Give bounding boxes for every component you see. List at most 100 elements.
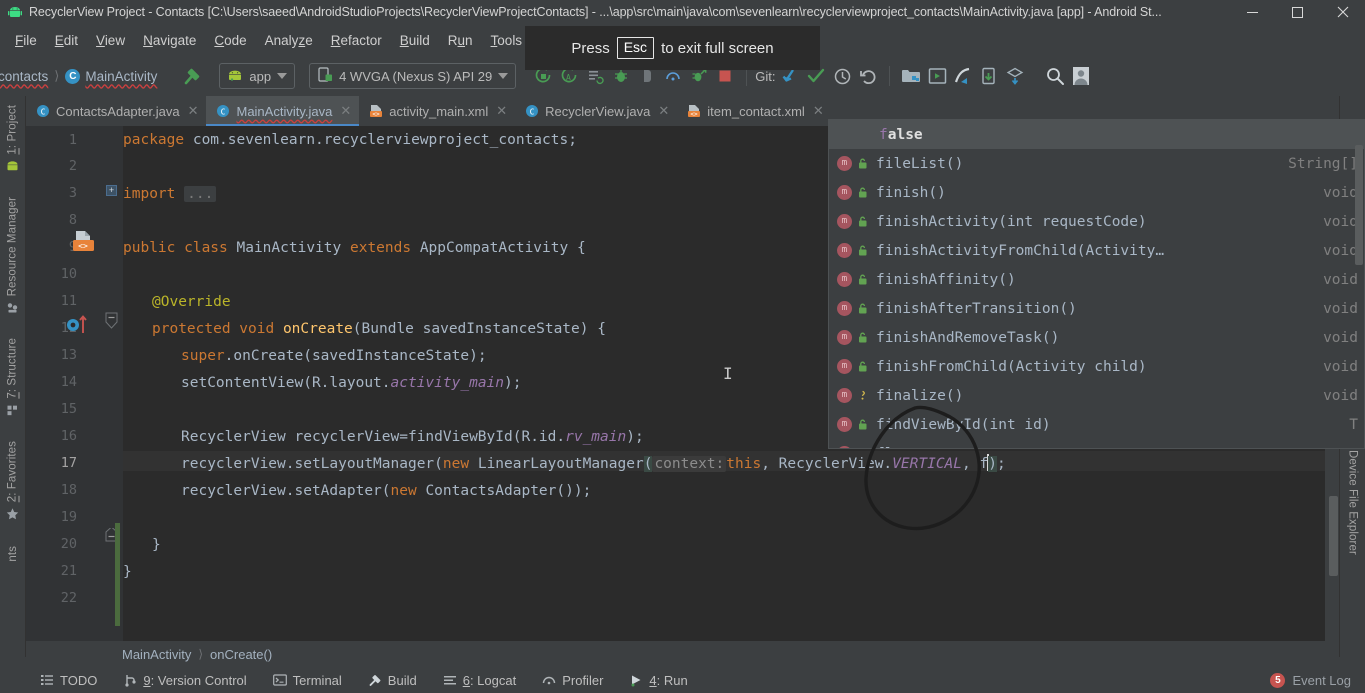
fullscreen-hint-suffix: to exit full screen [661, 39, 774, 57]
tab-mainactivity-java[interactable]: C MainActivity.java ✕ [206, 96, 360, 126]
public-icon [856, 331, 869, 344]
revert-icon[interactable] [855, 63, 881, 89]
run-class-gutter-icon[interactable]: <> [72, 230, 100, 258]
layout-inspector-icon[interactable] [950, 63, 976, 89]
sidebar-item-resource-manager[interactable]: Resource Manager [6, 190, 19, 321]
device-file-explorer-icon[interactable] [976, 63, 1002, 89]
menu-file[interactable]: File [6, 30, 46, 51]
menu-code[interactable]: Code [205, 30, 255, 51]
override-method-gutter-icon[interactable] [66, 313, 92, 338]
autocomplete-item[interactable]: m finishAfterTransition() void [829, 294, 1364, 323]
sidebar-item-device-file-explorer-label: Device File Explorer [1346, 450, 1359, 555]
autocomplete-item-type: void [1323, 387, 1358, 404]
autocomplete-popup[interactable]: f alse m fileList() String[] m finish() v… [828, 119, 1365, 449]
public-icon [856, 418, 869, 431]
autocomplete-scrollbar-thumb[interactable] [1355, 145, 1363, 265]
tab-item-contact-xml[interactable]: <> item_contact.xml ✕ [677, 96, 831, 126]
menu-analyze[interactable]: Analyze [256, 30, 322, 51]
autocomplete-item[interactable]: m finishAffinity() void [829, 265, 1364, 294]
method-icon: m [837, 359, 852, 374]
autocomplete-header[interactable]: f alse [829, 120, 1364, 149]
sidebar-item-favorites[interactable]: 2: Favorites [6, 434, 19, 527]
hammer-icon[interactable] [179, 63, 205, 89]
autocomplete-item[interactable]: m finishFromChild(Activity child) void [829, 352, 1364, 381]
status-item-run[interactable]: 4: Run [629, 673, 688, 688]
close-icon[interactable]: ✕ [340, 103, 351, 119]
close-icon[interactable]: ✕ [496, 103, 507, 119]
status-item-logcat[interactable]: 6: Logcat [443, 673, 516, 688]
code-text: AppCompatActivity { [411, 240, 586, 256]
fold-collapse-icon[interactable] [105, 312, 118, 329]
autocomplete-item[interactable]: m findViewById(int id) T [829, 410, 1364, 439]
breadcrumb-item-mainactivity[interactable]: MainActivity [85, 69, 157, 84]
code-text: .onCreate(savedInstanceState); [224, 348, 487, 364]
menu-view[interactable]: View [87, 30, 134, 51]
status-item-terminal[interactable]: Terminal [272, 673, 342, 688]
sidebar-item-project[interactable]: 1: Project [6, 98, 19, 180]
breadcrumb-item-contacts[interactable]: contacts [0, 69, 48, 84]
close-icon[interactable]: ✕ [188, 103, 199, 119]
run-configuration-selector[interactable]: app [219, 63, 296, 89]
chevron-down-icon [277, 73, 288, 79]
search-icon[interactable] [1042, 63, 1068, 89]
status-item-todo[interactable]: TODO [40, 673, 97, 688]
menu-build[interactable]: Build [391, 30, 439, 51]
history-icon[interactable] [829, 63, 855, 89]
device-selector[interactable]: 4 WVGA (Nexus S) API 29 [309, 63, 517, 89]
svg-text:A: A [566, 73, 571, 82]
minimize-button[interactable] [1230, 0, 1275, 24]
close-icon[interactable]: ✕ [658, 103, 669, 119]
autocomplete-header-rest: alse [887, 126, 923, 143]
status-item-version-control[interactable]: 9: Version Control [123, 673, 247, 688]
hammer-icon [368, 673, 382, 687]
device-label: 4 WVGA (Nexus S) API 29 [339, 68, 493, 84]
breadcrumb-class[interactable]: MainActivity [122, 647, 191, 662]
event-log-button[interactable]: 5 Event Log [1270, 672, 1351, 688]
tab-activity-main-xml[interactable]: <> activity_main.xml ✕ [359, 96, 515, 126]
build-variants-icon[interactable] [1002, 63, 1028, 89]
folded-imports[interactable]: ... [184, 186, 217, 202]
avd-manager-icon[interactable] [898, 63, 924, 89]
line-number: 1 [68, 132, 77, 148]
breadcrumb-method[interactable]: onCreate() [210, 647, 272, 662]
menu-refactor[interactable]: Refactor [322, 30, 391, 51]
autocomplete-item[interactable]: m finish() void [829, 178, 1364, 207]
status-item-build[interactable]: Build [368, 673, 417, 688]
code-line-20: } [123, 535, 161, 555]
sdk-manager-icon[interactable] [924, 63, 950, 89]
autocomplete-item[interactable]: m finishActivity(int requestCode) void [829, 207, 1364, 236]
menu-tools[interactable]: Tools [482, 30, 532, 51]
close-icon[interactable]: ✕ [813, 103, 824, 119]
code-resource-ref: activity_main [390, 375, 505, 391]
class-icon: C [65, 68, 81, 84]
autocomplete-item[interactable]: m fileList() String[] [829, 149, 1364, 178]
tab-contactsadapter-java[interactable]: C ContactsAdapter.java ✕ [26, 96, 206, 126]
autocomplete-item[interactable]: m finishAndRemoveTask() void [829, 323, 1364, 352]
menu-edit[interactable]: Edit [46, 30, 87, 51]
editor-scrollbar-thumb[interactable] [1329, 496, 1338, 576]
profile-user-icon[interactable] [1068, 63, 1094, 89]
logcat-icon [443, 673, 457, 687]
sidebar-item-structure[interactable]: 7: Structure [6, 331, 19, 424]
status-bar: TODO 9: Version Control Terminal Build 6… [0, 667, 1365, 693]
menu-run[interactable]: Run [439, 30, 482, 51]
autocomplete-item[interactable]: m finalize() void [829, 381, 1364, 410]
status-item-profiler[interactable]: Profiler [542, 673, 603, 688]
code-keyword: this [726, 456, 762, 472]
autocomplete-item[interactable]: m finishActivityFromChild(Activity… void [829, 236, 1364, 265]
fold-expand-icon[interactable]: + [106, 185, 117, 196]
close-button[interactable] [1320, 0, 1365, 24]
terminal-icon [272, 673, 287, 687]
tab-recyclerview-java[interactable]: C RecyclerView.java ✕ [515, 96, 677, 126]
code-text: } [123, 564, 132, 580]
editor-gutter[interactable]: 1 2 3 8 9 10 11 12 13 14 15 16 17 18 19 … [26, 126, 123, 641]
code-text: setContentView(R.layout. [181, 375, 391, 391]
matched-paren: ) [988, 456, 997, 472]
xml-layout-icon: <> [687, 104, 701, 118]
autocomplete-item[interactable]: m float [829, 439, 1364, 448]
code-keyword: new [390, 483, 417, 499]
menu-navigate[interactable]: Navigate [134, 30, 205, 51]
code-text: LinearLayoutManager [469, 456, 644, 472]
sidebar-item-nts[interactable]: nts [7, 539, 19, 569]
maximize-button[interactable] [1275, 0, 1320, 24]
